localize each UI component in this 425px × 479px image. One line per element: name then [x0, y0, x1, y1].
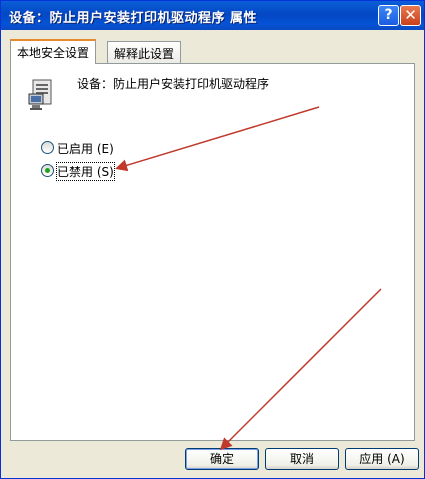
- tab-explain-setting[interactable]: 解释此设置: [107, 41, 182, 63]
- disabled-radio[interactable]: [41, 164, 54, 177]
- policy-name: 设备：防止用户安装打印机驱动程序: [77, 77, 270, 91]
- tab-panel: 设备：防止用户安装打印机驱动程序 已启用 (E) 已禁用 (S): [10, 63, 415, 441]
- disabled-label[interactable]: 已禁用 (S): [56, 162, 115, 181]
- tab-local-security-setting[interactable]: 本地安全设置: [10, 39, 97, 64]
- properties-dialog: 设备：防止用户安装打印机驱动程序 属性 ? ✕ 本地安全设置 解释此设置 设备：…: [0, 0, 425, 479]
- enabled-radio[interactable]: [41, 141, 54, 154]
- radio-selected-dot: [45, 168, 50, 173]
- apply-button[interactable]: 应用 (A): [345, 448, 419, 470]
- close-button[interactable]: ✕: [400, 5, 421, 26]
- computer-policy-icon: [28, 79, 52, 110]
- window-title: 设备：防止用户安装打印机驱动程序 属性: [9, 11, 258, 26]
- title-bar[interactable]: 设备：防止用户安装打印机驱动程序 属性 ? ✕: [1, 1, 424, 30]
- enabled-label[interactable]: 已启用 (E): [57, 140, 114, 157]
- cancel-button[interactable]: 取消: [265, 448, 339, 470]
- ok-button[interactable]: 确定: [185, 448, 259, 470]
- help-button[interactable]: ?: [378, 5, 399, 26]
